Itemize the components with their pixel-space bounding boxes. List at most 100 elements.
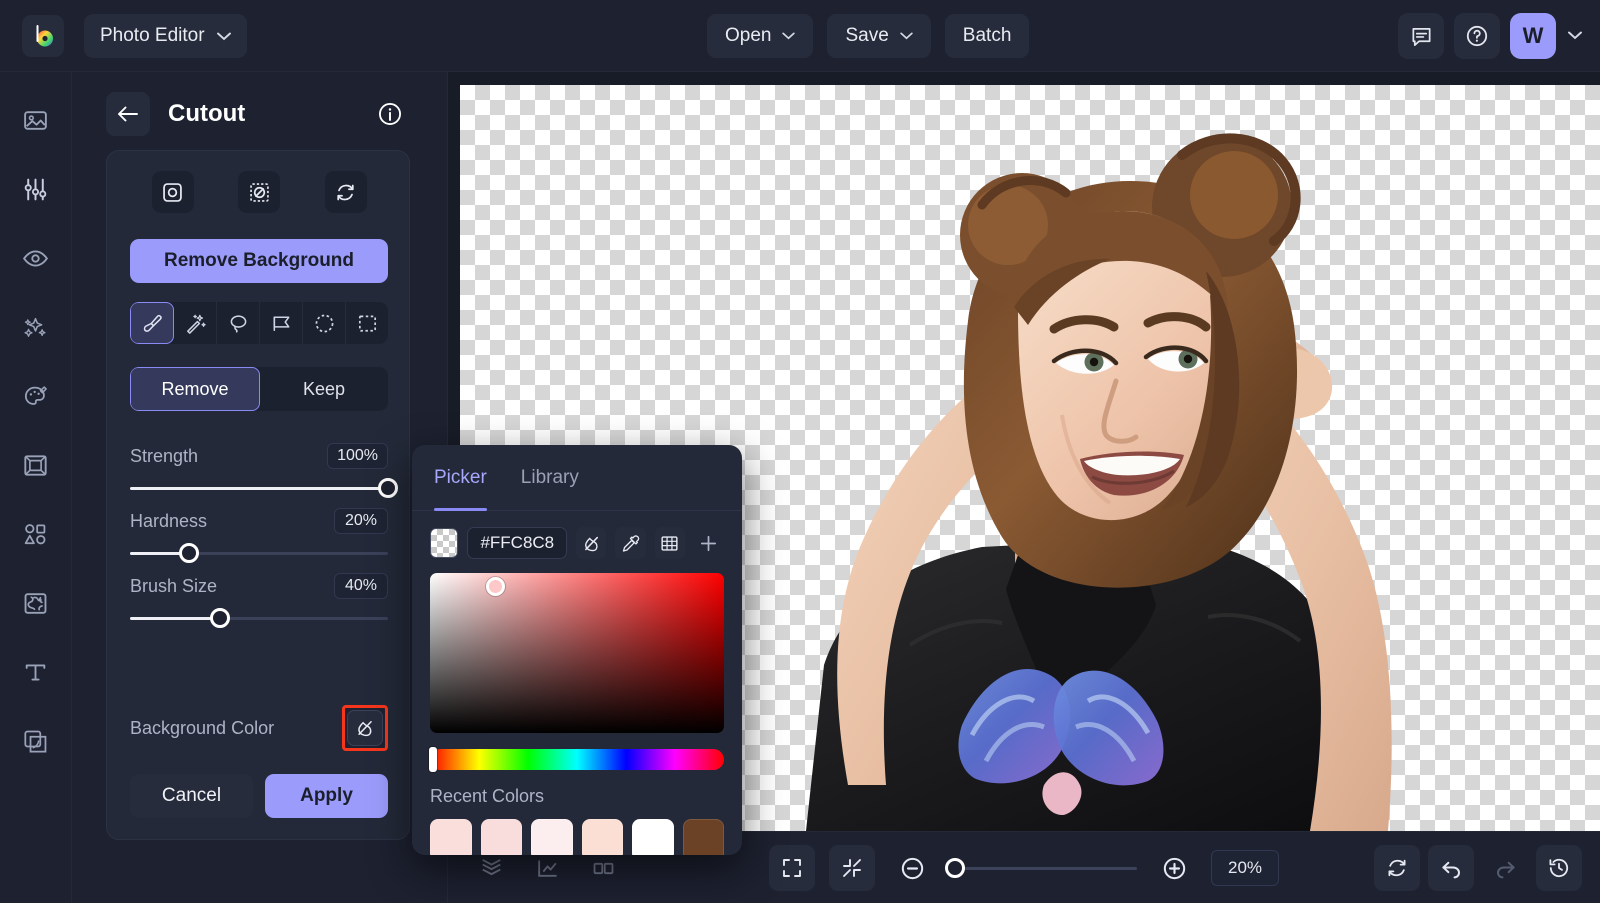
open-button[interactable]: Open <box>707 14 813 58</box>
magic-wand-tool-button[interactable] <box>174 302 217 344</box>
lasso-tool-button[interactable] <box>217 302 260 344</box>
reset-button[interactable] <box>1374 845 1420 891</box>
palette-grid-button[interactable] <box>655 527 685 559</box>
polygon-lasso-tool-button[interactable] <box>260 302 303 344</box>
brush-size-label: Brush Size <box>130 576 217 597</box>
sidebar-item-layers[interactable] <box>14 719 58 763</box>
brush-size-value: 40% <box>334 573 388 599</box>
saturation-value-handle[interactable] <box>486 577 505 596</box>
account-menu-button[interactable] <box>1568 27 1582 45</box>
fit-content-button[interactable] <box>829 845 875 891</box>
ellipse-select-icon <box>313 312 336 335</box>
recent-color-swatch[interactable] <box>481 819 523 855</box>
zoom-out-button[interactable] <box>889 845 935 891</box>
ellipse-select-tool-button[interactable] <box>303 302 346 344</box>
batch-button[interactable]: Batch <box>945 14 1030 58</box>
selection-tool-strip <box>130 302 388 344</box>
show-transparency-button[interactable] <box>238 171 280 213</box>
picker-tabs: Picker Library <box>412 445 742 511</box>
mode-remove-button[interactable]: Remove <box>130 367 260 411</box>
saturation-value-area[interactable] <box>430 573 724 733</box>
add-color-icon <box>697 532 720 555</box>
sidebar-item-retouch[interactable] <box>14 236 58 280</box>
tab-picker[interactable]: Picker <box>434 445 487 510</box>
sidebar-item-color[interactable] <box>14 374 58 418</box>
tab-library[interactable]: Library <box>521 445 579 510</box>
current-color-swatch[interactable] <box>430 528 458 558</box>
cancel-button[interactable]: Cancel <box>130 774 253 818</box>
brush-size-slider-knob[interactable] <box>210 608 230 628</box>
undo-button[interactable] <box>1428 845 1474 891</box>
sidebar-item-text[interactable] <box>14 650 58 694</box>
hex-input[interactable]: #FFC8C8 <box>467 527 567 559</box>
reset-icon <box>1385 856 1409 880</box>
sidebar-item-shapes[interactable] <box>14 512 58 556</box>
rectangle-select-tool-button[interactable] <box>346 302 388 344</box>
strength-slider[interactable] <box>130 487 388 490</box>
brush-size-slider[interactable] <box>130 617 388 620</box>
help-button[interactable] <box>1454 13 1500 59</box>
hue-slider-handle[interactable] <box>429 747 437 772</box>
app-switcher[interactable]: Photo Editor <box>84 14 247 58</box>
apply-button[interactable]: Apply <box>265 774 388 818</box>
compare-before-after-icon <box>535 856 560 881</box>
remove-background-button[interactable]: Remove Background <box>130 239 388 283</box>
history-controls <box>1374 845 1582 891</box>
zoom-slider-knob[interactable] <box>945 858 965 878</box>
brush-size-slider-fill <box>130 617 220 620</box>
arrow-left-icon <box>116 104 140 124</box>
feedback-button[interactable] <box>1398 13 1444 59</box>
preview-original-button[interactable] <box>152 171 194 213</box>
page-title: Cutout <box>168 100 245 128</box>
info-icon <box>377 101 403 127</box>
info-button[interactable] <box>377 101 403 132</box>
frame-icon <box>22 452 49 479</box>
no-color-button[interactable] <box>576 527 606 559</box>
app-logo[interactable] <box>22 15 64 57</box>
layers-stack-icon <box>479 856 504 881</box>
fit-content-icon <box>840 856 864 880</box>
fit-to-screen-button[interactable] <box>769 845 815 891</box>
open-label: Open <box>725 25 771 47</box>
strength-slider-knob[interactable] <box>378 478 398 498</box>
sidebar-item-cutout[interactable] <box>14 581 58 625</box>
history-icon <box>1547 856 1571 880</box>
add-color-button[interactable] <box>694 527 724 559</box>
sidebar-item-adjust[interactable] <box>14 167 58 211</box>
redo-button[interactable] <box>1482 845 1528 891</box>
top-toolbar: Photo Editor Open Save Batch <box>0 0 1600 72</box>
zoom-in-button[interactable] <box>1151 845 1197 891</box>
zoom-level-value[interactable]: 20% <box>1211 850 1279 886</box>
recent-color-swatch[interactable] <box>683 819 725 855</box>
zoom-out-icon <box>899 855 926 882</box>
sidebar-item-frame[interactable] <box>14 443 58 487</box>
brush-tool-button[interactable] <box>130 302 174 344</box>
zoom-slider[interactable] <box>949 867 1137 870</box>
user-avatar[interactable]: W <box>1510 13 1556 59</box>
mode-keep-button[interactable]: Keep <box>260 367 388 411</box>
hue-slider[interactable] <box>430 749 724 770</box>
file-actions: Open Save Batch <box>707 14 1029 58</box>
text-icon <box>22 659 49 686</box>
eyedropper-button[interactable] <box>615 527 645 559</box>
history-button[interactable] <box>1536 845 1582 891</box>
recent-color-swatch[interactable] <box>531 819 573 855</box>
chat-icon <box>1410 25 1433 48</box>
hex-input-row: #FFC8C8 <box>412 511 742 559</box>
split-view-icon <box>591 856 616 881</box>
hardness-slider-knob[interactable] <box>179 543 199 563</box>
show-transparency-icon <box>248 181 271 204</box>
sidebar-item-image[interactable] <box>14 98 58 142</box>
hardness-slider[interactable] <box>130 552 388 555</box>
undo-icon <box>1439 856 1464 881</box>
background-color-swatch-button[interactable] <box>347 710 383 746</box>
recent-color-swatch[interactable] <box>582 819 624 855</box>
subject-photo-cutout <box>610 85 1510 831</box>
recent-color-swatch[interactable] <box>632 819 674 855</box>
strength-value: 100% <box>327 443 388 469</box>
back-button[interactable] <box>106 92 150 136</box>
reset-cutout-button[interactable] <box>325 171 367 213</box>
recent-color-swatch[interactable] <box>430 819 472 855</box>
sidebar-item-effects[interactable] <box>14 305 58 349</box>
save-button[interactable]: Save <box>827 14 930 58</box>
